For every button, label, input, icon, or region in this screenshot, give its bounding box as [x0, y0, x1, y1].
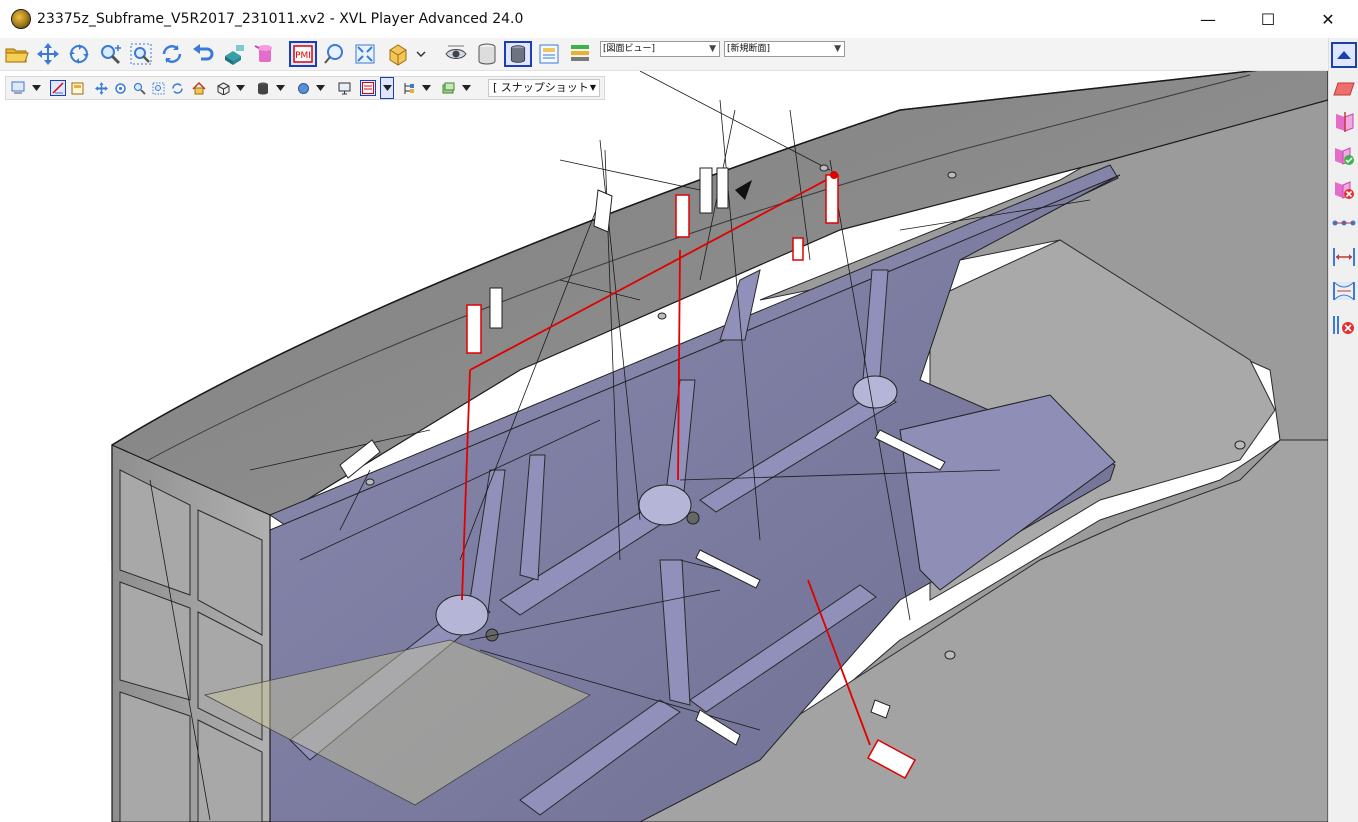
boss-center [638, 484, 692, 526]
view-direction-icon[interactable] [384, 41, 412, 67]
table-icon[interactable] [535, 41, 563, 67]
highlight-icon[interactable] [251, 41, 279, 67]
collapse-up-icon[interactable] [1331, 42, 1357, 68]
chevron-down-icon[interactable] [234, 77, 246, 99]
chevron-down-icon[interactable] [30, 77, 42, 99]
pmi-small-icon[interactable] [360, 80, 376, 96]
boss-left [435, 594, 489, 636]
snapshot-label-text: [ スナップショット [493, 81, 589, 94]
chevron-down-icon[interactable] [314, 77, 326, 99]
zoom-area-icon[interactable] [150, 80, 166, 96]
window-title: 23375z_Subframe_V5R2017_231011.xv2 - XVL… [37, 11, 524, 27]
right-tool-panel [1328, 38, 1358, 822]
cylinder-solid-icon[interactable] [504, 41, 532, 67]
eraser-icon[interactable] [1331, 76, 1357, 102]
pan-icon[interactable] [34, 41, 62, 67]
cylinder-icon[interactable] [473, 41, 501, 67]
box-icon[interactable] [215, 80, 231, 96]
move-icon[interactable] [112, 80, 128, 96]
chevron-down-icon: ▼ [589, 83, 596, 92]
minimize-button[interactable]: — [1178, 0, 1238, 38]
zoom-icon[interactable] [96, 41, 124, 67]
rotate-free-icon[interactable] [158, 41, 186, 67]
visibility-icon[interactable] [442, 41, 470, 67]
window-controls: — ☐ ✕ [1178, 0, 1358, 38]
cylinder-small-icon[interactable] [255, 80, 271, 96]
chevron-down-icon: ▼ [834, 44, 841, 54]
view-combo-value: [図面ビュー] [603, 44, 656, 54]
view-combo[interactable]: [図面ビュー] ▼ [600, 41, 720, 57]
layer-icon[interactable] [566, 41, 594, 67]
fit-all-icon[interactable] [351, 41, 379, 67]
height-measure-icon[interactable] [1331, 278, 1357, 304]
svg-text:PMI: PMI [295, 51, 311, 61]
maximize-button[interactable]: ☐ [1238, 0, 1298, 38]
chevron-down-icon[interactable] [420, 77, 432, 99]
distance-points-icon[interactable] [1331, 210, 1357, 236]
zoom-fit-icon[interactable] [127, 41, 155, 67]
snapshot-selector[interactable]: [ スナップショット ▼ [488, 79, 600, 97]
cad-view-icon[interactable] [220, 41, 248, 67]
pan-small-icon[interactable] [93, 80, 109, 96]
section-ok-icon[interactable] [1331, 142, 1357, 168]
model-drawing[interactable] [0, 71, 1328, 822]
section-combo-value: [新規断面] [727, 44, 771, 54]
clearance-delete-icon[interactable] [1331, 312, 1357, 338]
chevron-down-icon[interactable] [380, 77, 394, 99]
section-combo[interactable]: [新規断面] ▼ [724, 41, 845, 57]
rotate-icon[interactable] [65, 41, 93, 67]
chevron-down-icon[interactable] [414, 41, 428, 67]
parts-tree-icon[interactable] [401, 80, 417, 96]
section-plane-icon[interactable] [1331, 108, 1357, 134]
title-bar: 23375z_Subframe_V5R2017_231011.xv2 - XVL… [0, 0, 1358, 38]
select-icon[interactable] [10, 80, 26, 96]
home-icon[interactable] [191, 80, 207, 96]
rotate-small-icon[interactable] [169, 80, 185, 96]
chevron-down-icon: ▼ [709, 44, 716, 54]
balloon-icon[interactable] [320, 41, 348, 67]
undo-icon[interactable] [189, 41, 217, 67]
xvl-player-icon[interactable] [11, 9, 31, 29]
chevron-down-icon[interactable] [460, 77, 472, 99]
secondary-toolbar: [ スナップショット ▼ [5, 76, 605, 100]
close-button[interactable]: ✕ [1298, 0, 1358, 38]
layers-small-icon[interactable] [440, 80, 456, 96]
zoom-small-icon[interactable] [131, 80, 147, 96]
pmi-icon[interactable]: PMI [289, 41, 317, 67]
section-delete-icon[interactable] [1331, 176, 1357, 202]
measure-icon[interactable] [50, 80, 66, 96]
width-measure-icon[interactable] [1331, 244, 1357, 270]
chevron-down-icon[interactable] [274, 77, 286, 99]
sphere-icon[interactable] [295, 80, 311, 96]
open-folder-icon[interactable] [3, 41, 31, 67]
xvl-player-window: 23375z_Subframe_V5R2017_231011.xv2 - XVL… [0, 0, 1358, 822]
markup-icon[interactable] [69, 80, 85, 96]
boss-right [852, 375, 898, 409]
main-toolbar: PMI [図面ビュー] ▼ [新規断面] ▼ [0, 38, 1328, 71]
3d-viewport[interactable] [0, 71, 1328, 822]
monitor-icon[interactable] [336, 80, 352, 96]
